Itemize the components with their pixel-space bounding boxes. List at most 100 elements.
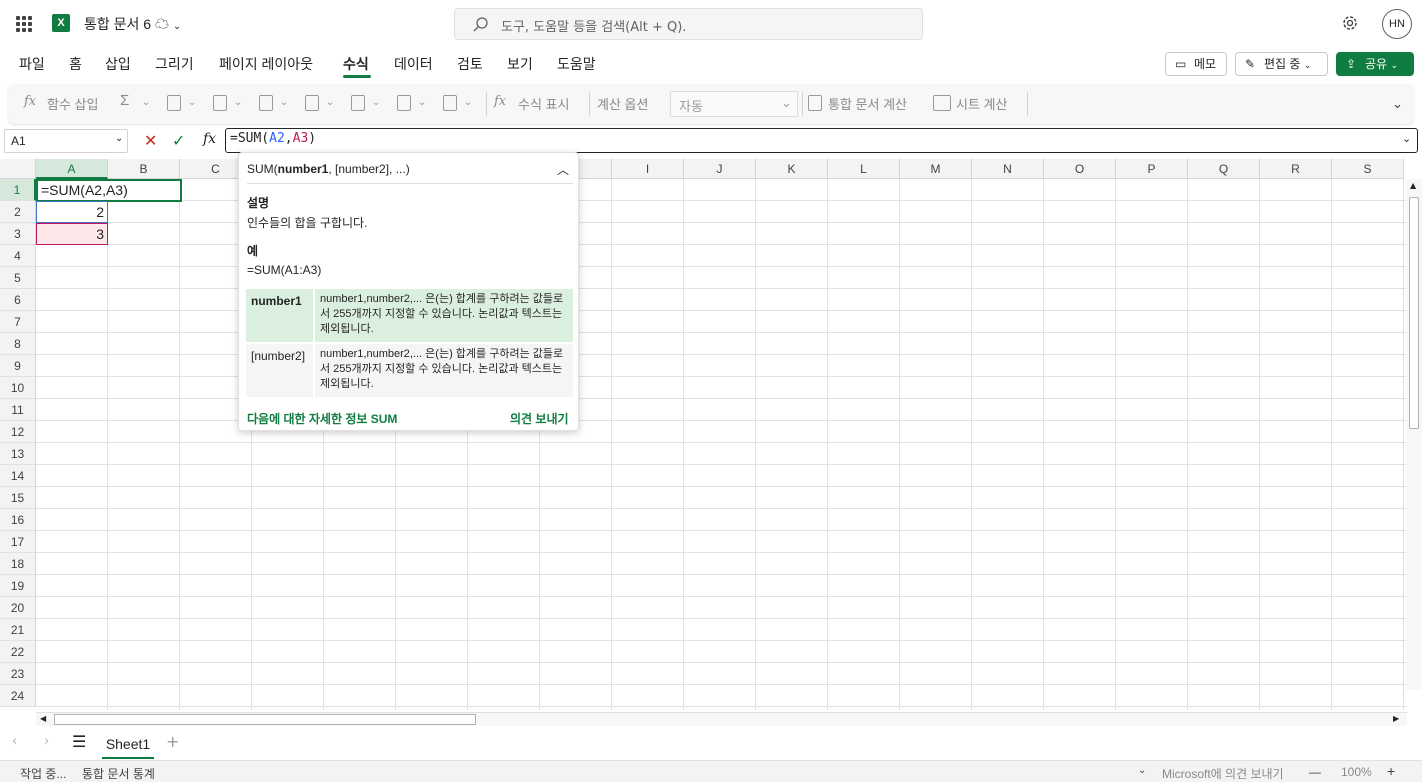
- collapse-icon[interactable]: ︿: [557, 161, 569, 178]
- avatar[interactable]: HN: [1382, 9, 1412, 39]
- tab-draw[interactable]: 그리기: [155, 54, 194, 74]
- insert-function-icon[interactable]: fx: [203, 131, 216, 147]
- more-functions-icon[interactable]: [443, 95, 457, 111]
- column-header-m[interactable]: M: [900, 159, 972, 179]
- insert-function-button[interactable]: 함수 삽입: [47, 94, 98, 113]
- scroll-right-icon[interactable]: ▶: [1393, 714, 1399, 723]
- cell-a1[interactable]: =SUM(A2,A3): [36, 179, 182, 202]
- show-formulas-button[interactable]: 수식 표시: [518, 94, 569, 113]
- share-button[interactable]: ⇪ 공유 ⌄: [1336, 52, 1414, 76]
- name-box[interactable]: A1 ⌄: [4, 129, 128, 153]
- recent-functions-icon[interactable]: [167, 95, 181, 111]
- column-header-n[interactable]: N: [972, 159, 1044, 179]
- feedback-button[interactable]: Microsoft에 의견 보내기: [1162, 765, 1284, 782]
- more-info-link[interactable]: 다음에 대한 자세한 정보 SUM: [247, 410, 397, 427]
- column-header-r[interactable]: R: [1260, 159, 1332, 179]
- expand-ribbon-icon[interactable]: ⌄: [1392, 97, 1403, 112]
- search-box[interactable]: 도구, 도움말 등을 검색(Alt + Q).: [454, 8, 923, 40]
- zoom-level[interactable]: 100%: [1341, 765, 1372, 779]
- scroll-up-icon[interactable]: ▲: [1410, 181, 1416, 190]
- feedback-link[interactable]: 의견 보내기: [510, 410, 569, 427]
- row-header-9[interactable]: 9: [0, 355, 36, 377]
- autosum-icon[interactable]: Σ: [120, 92, 129, 109]
- column-header-l[interactable]: L: [828, 159, 900, 179]
- row-header-22[interactable]: 22: [0, 641, 36, 663]
- row-header-19[interactable]: 19: [0, 575, 36, 597]
- all-sheets-icon[interactable]: ☰: [72, 732, 86, 751]
- row-header-21[interactable]: 21: [0, 619, 36, 641]
- cell-a3[interactable]: 3: [36, 223, 108, 245]
- row-header-8[interactable]: 8: [0, 333, 36, 355]
- app-launcher-icon[interactable]: [16, 16, 32, 32]
- formula-input[interactable]: =SUM(A2,A3) ⌄: [225, 128, 1418, 153]
- tab-data[interactable]: 데이터: [394, 54, 433, 74]
- column-header-a[interactable]: A: [36, 159, 108, 179]
- row-header-13[interactable]: 13: [0, 443, 36, 465]
- column-header-s[interactable]: S: [1332, 159, 1404, 179]
- row-header-18[interactable]: 18: [0, 553, 36, 575]
- zoom-in-icon[interactable]: +: [1387, 763, 1395, 779]
- column-header-o[interactable]: O: [1044, 159, 1116, 179]
- column-header-b[interactable]: B: [108, 159, 180, 179]
- cell-a2[interactable]: 2: [36, 201, 108, 223]
- row-header-4[interactable]: 4: [0, 245, 36, 267]
- row-header-15[interactable]: 15: [0, 487, 36, 509]
- cancel-icon[interactable]: ✕: [144, 131, 157, 150]
- row-header-10[interactable]: 10: [0, 377, 36, 399]
- row-header-6[interactable]: 6: [0, 289, 36, 311]
- row-header-1[interactable]: 1: [0, 179, 36, 201]
- row-header-20[interactable]: 20: [0, 597, 36, 619]
- add-sheet-icon[interactable]: +: [166, 732, 179, 751]
- vertical-scroll-thumb[interactable]: [1409, 197, 1419, 429]
- column-header-q[interactable]: Q: [1188, 159, 1260, 179]
- row-header-14[interactable]: 14: [0, 465, 36, 487]
- gear-icon[interactable]: [1341, 14, 1359, 32]
- column-header-p[interactable]: P: [1116, 159, 1188, 179]
- row-header-17[interactable]: 17: [0, 531, 36, 553]
- tab-insert[interactable]: 삽입: [105, 54, 131, 74]
- financial-functions-icon[interactable]: [213, 95, 227, 111]
- row-header-11[interactable]: 11: [0, 399, 36, 421]
- confirm-icon[interactable]: ✓: [172, 131, 185, 150]
- editing-mode-button[interactable]: ✎ 편집 중 ⌄: [1235, 52, 1328, 76]
- tab-page-layout[interactable]: 페이지 레이아웃: [219, 54, 313, 74]
- scroll-left-icon[interactable]: ◀: [40, 714, 46, 723]
- next-sheet-icon[interactable]: ›: [44, 734, 49, 749]
- calc-mode-dropdown[interactable]: 자동 ⌄: [670, 91, 798, 117]
- calc-sheet-button[interactable]: 시트 계산: [956, 94, 1007, 113]
- tab-help[interactable]: 도움말: [557, 54, 596, 74]
- memo-button[interactable]: ▭ 메모: [1165, 52, 1227, 76]
- zoom-out-icon[interactable]: —: [1309, 765, 1321, 779]
- lookup-functions-icon[interactable]: [397, 95, 411, 111]
- row-header-16[interactable]: 16: [0, 509, 36, 531]
- sheet-tab-sheet1[interactable]: Sheet1: [98, 732, 158, 758]
- row-header-24[interactable]: 24: [0, 685, 36, 707]
- tab-home[interactable]: 홈: [69, 54, 82, 74]
- column-header-j[interactable]: J: [684, 159, 756, 179]
- tab-view[interactable]: 보기: [507, 54, 533, 74]
- document-title[interactable]: 통합 문서 6 ☁ ⌄: [84, 14, 181, 34]
- datetime-functions-icon[interactable]: [351, 95, 365, 111]
- logical-functions-icon[interactable]: [259, 95, 273, 111]
- row-header-5[interactable]: 5: [0, 267, 36, 289]
- row-header-2[interactable]: 2: [0, 201, 36, 223]
- row-header-3[interactable]: 3: [0, 223, 36, 245]
- select-all-corner[interactable]: [0, 159, 36, 179]
- text-functions-icon[interactable]: [305, 95, 319, 111]
- tab-review[interactable]: 검토: [457, 54, 483, 74]
- column-header-k[interactable]: K: [756, 159, 828, 179]
- horizontal-scroll-thumb[interactable]: [54, 714, 476, 725]
- chevron-down-icon[interactable]: ⌄: [1138, 765, 1146, 776]
- chevron-down-icon[interactable]: ⌄: [1402, 132, 1411, 145]
- row-header-12[interactable]: 12: [0, 421, 36, 443]
- vertical-scrollbar[interactable]: ▲: [1406, 179, 1422, 690]
- workbook-stats-button[interactable]: 통합 문서 통계: [82, 765, 155, 782]
- calc-workbook-button[interactable]: 통합 문서 계산: [828, 94, 907, 113]
- prev-sheet-icon[interactable]: ‹: [12, 734, 17, 749]
- row-header-7[interactable]: 7: [0, 311, 36, 333]
- tab-formulas[interactable]: 수식: [343, 54, 369, 74]
- tab-file[interactable]: 파일: [19, 54, 45, 74]
- row-header-23[interactable]: 23: [0, 663, 36, 685]
- column-header-i[interactable]: I: [612, 159, 684, 179]
- horizontal-scrollbar[interactable]: ◀ ▶: [36, 712, 1407, 726]
